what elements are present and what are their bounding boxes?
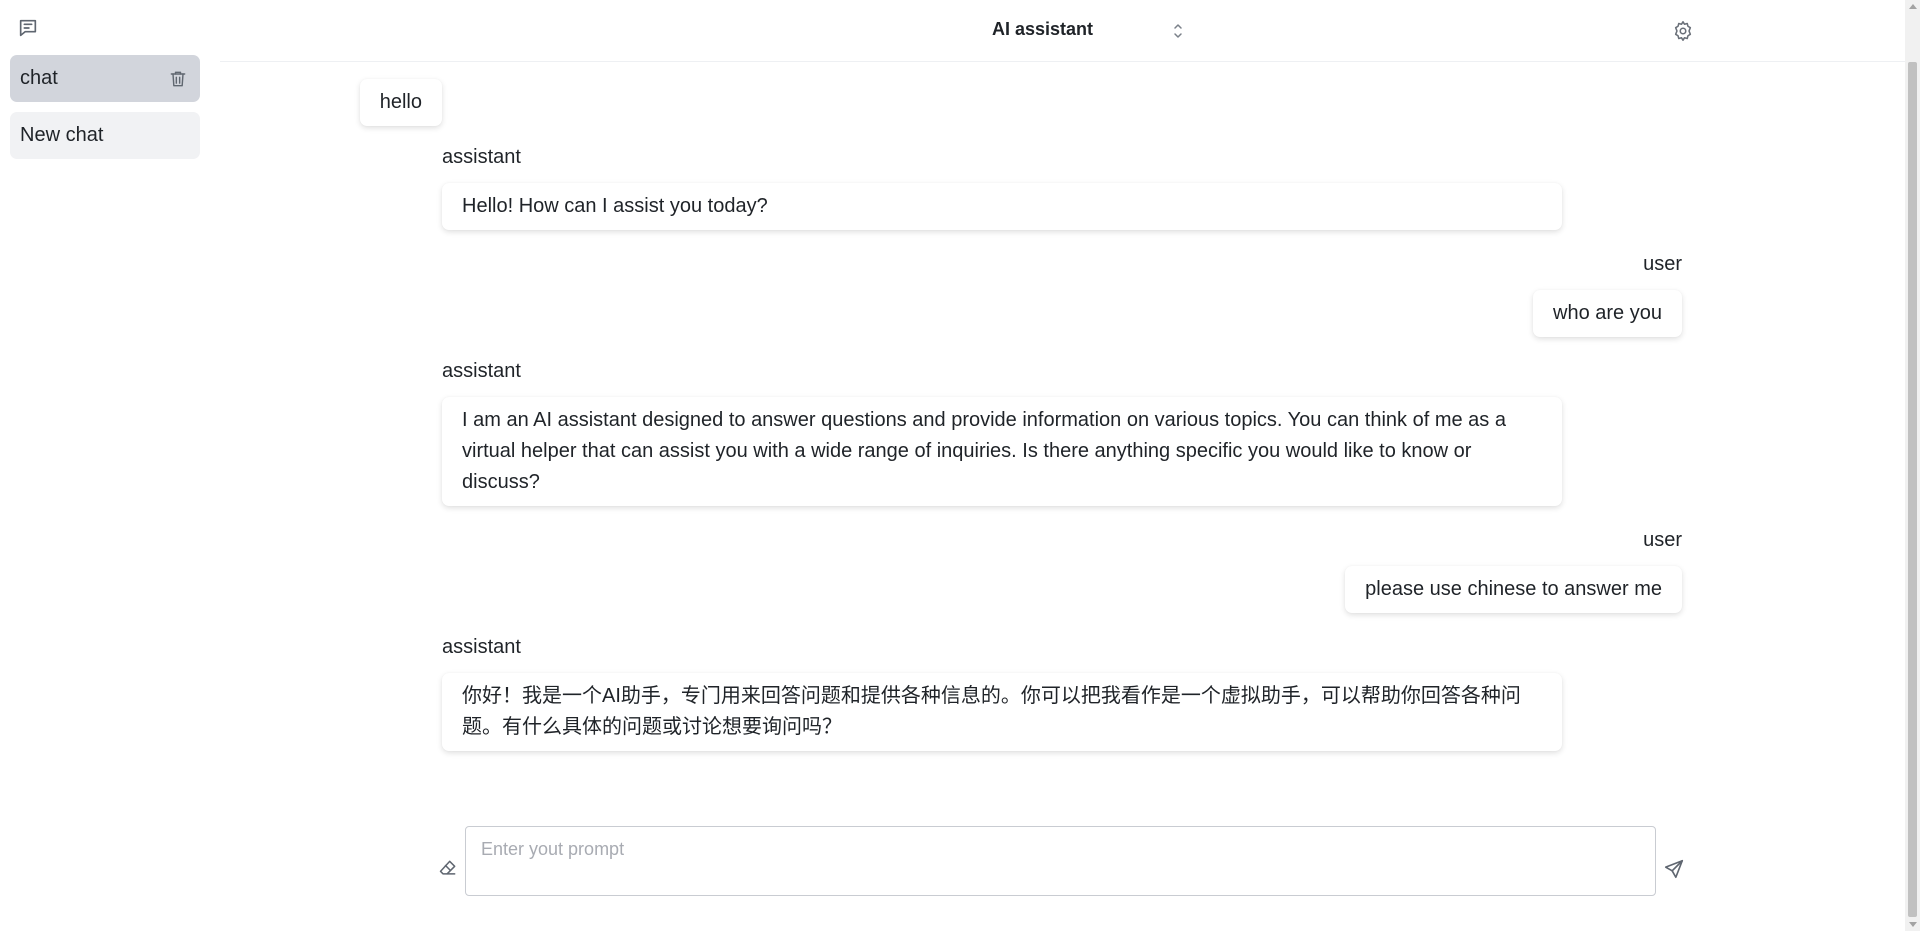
message-bubble: who are you — [1533, 290, 1682, 337]
role-label: assistant — [442, 360, 521, 382]
gear-icon[interactable] — [1670, 18, 1696, 44]
scrollbar[interactable] — [1905, 0, 1920, 931]
scroll-down-icon[interactable] — [1909, 922, 1917, 927]
sidebar-item-label: chat — [20, 67, 58, 89]
chevron-up-down-icon[interactable] — [1170, 19, 1186, 43]
chat-list: chat New chat — [10, 55, 200, 169]
new-chat-icon[interactable] — [16, 16, 40, 40]
sidebar: chat New chat — [0, 0, 210, 931]
scroll-up-icon[interactable] — [1909, 4, 1917, 9]
role-label: assistant — [442, 636, 521, 658]
prompt-input[interactable] — [465, 826, 1656, 896]
eraser-icon[interactable] — [436, 856, 460, 880]
message-bubble: 你好！我是一个AI助手，专门用来回答问题和提供各种信息的。你可以把我看作是一个虚… — [442, 673, 1562, 751]
message-bubble: Hello! How can I assist you today? — [442, 183, 1562, 230]
app-window: chat New chat AI assistant hello assista… — [0, 0, 1920, 931]
trash-icon[interactable] — [166, 67, 190, 91]
role-label: assistant — [442, 146, 521, 168]
send-icon[interactable] — [1661, 856, 1687, 882]
role-label: user — [1643, 529, 1682, 551]
page-title: AI assistant — [992, 19, 1094, 39]
message-bubble: hello — [359, 79, 442, 126]
header: AI assistant — [220, 0, 1905, 62]
message-bubble: I am an AI assistant designed to answer … — [442, 397, 1562, 506]
scroll-thumb[interactable] — [1908, 62, 1917, 917]
sidebar-item-new-chat[interactable]: New chat — [10, 112, 200, 159]
sidebar-item-chat[interactable]: chat — [10, 55, 200, 102]
message-bubble: please use chinese to answer me — [1345, 566, 1682, 613]
role-label: user — [1643, 253, 1682, 275]
sidebar-item-label: New chat — [20, 124, 104, 146]
